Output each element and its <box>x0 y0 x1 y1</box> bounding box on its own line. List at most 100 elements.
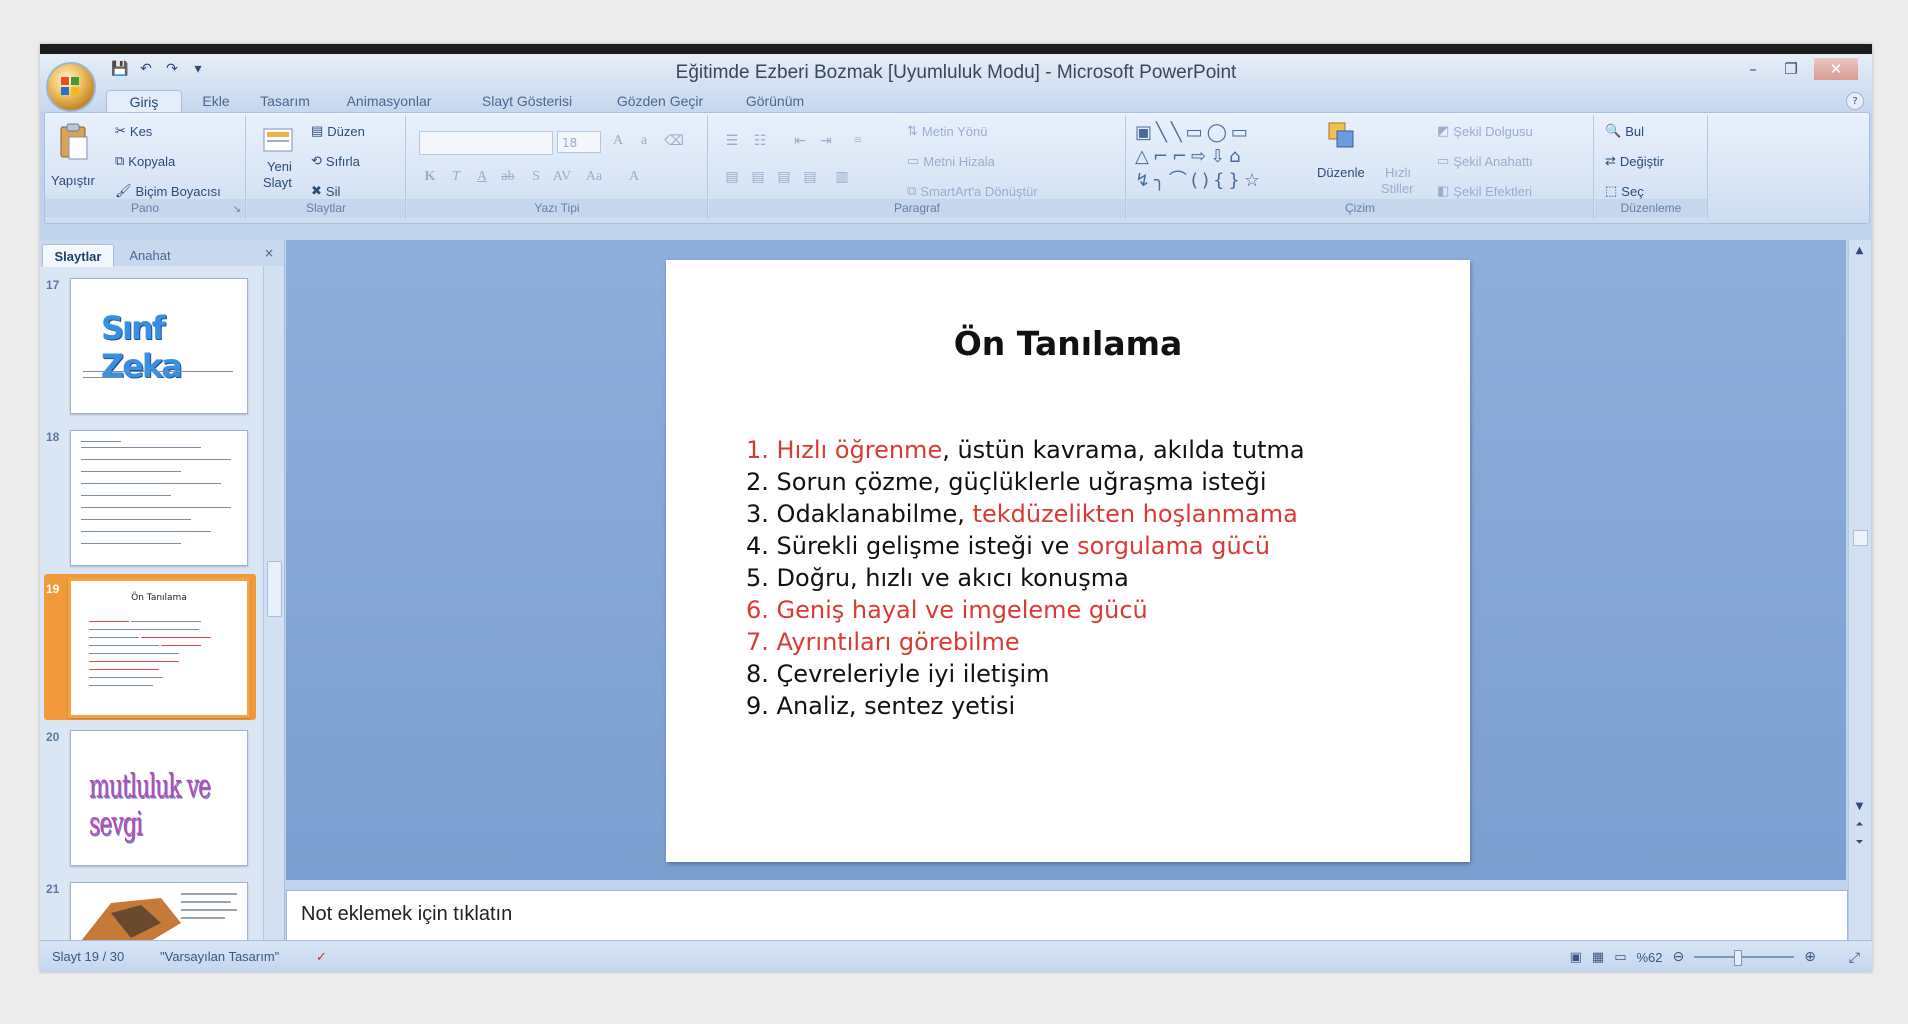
increase-indent-icon[interactable]: ⇥ <box>815 131 837 151</box>
new-slide-label-2[interactable]: Slayt <box>263 175 292 190</box>
thumbnail-scroll-thumb[interactable] <box>267 561 282 617</box>
smartart-button[interactable]: ⧉ SmartArt'a Dönüştür <box>907 183 1038 199</box>
tab-animasyonlar[interactable]: Animasyonlar <box>330 90 448 112</box>
font-name-input[interactable] <box>419 131 553 155</box>
slide-bullet-list[interactable]: 1. Hızlı öğrenme, üstün kavrama, akılda … <box>746 434 1305 722</box>
shadow-icon[interactable]: S <box>525 167 547 187</box>
tab-slayt-gosterisi[interactable]: Slayt Gösterisi <box>460 90 594 112</box>
tab-gozden-gecir[interactable]: Gözden Geçir <box>602 90 718 112</box>
shape-fill-icon: ◩ <box>1437 123 1450 138</box>
thumbnail-scrollbar[interactable] <box>263 266 284 940</box>
clear-formatting-icon[interactable]: ⌫ <box>663 131 685 151</box>
font-color-icon[interactable]: A <box>623 167 645 187</box>
select-button[interactable]: ⬚ Seç <box>1605 183 1644 199</box>
minimize-button[interactable]: – <box>1736 58 1770 80</box>
help-icon[interactable]: ? <box>1846 92 1864 110</box>
reset-label: Sıfırla <box>325 153 360 169</box>
shapes-gallery[interactable]: ▣╲╲▭◯▭ △⌐⌐⇨⇩⌂ ↯╮⌒(){}☆ <box>1135 121 1305 191</box>
numbering-icon[interactable]: ☷ <box>749 131 771 151</box>
zoom-in-icon[interactable]: ⊕ <box>1804 949 1816 965</box>
bullets-icon[interactable]: ☰ <box>721 131 743 151</box>
find-button[interactable]: 🔍 Bul <box>1605 123 1644 139</box>
char-spacing-icon[interactable]: AV <box>551 167 573 187</box>
tab-anahat[interactable]: Anahat <box>114 244 186 266</box>
zoom-out-icon[interactable]: ⊖ <box>1673 949 1685 965</box>
bold-icon[interactable]: K <box>419 167 441 187</box>
zoom-level[interactable]: %62 <box>1637 950 1663 965</box>
layout-button[interactable]: ▤ Düzen <box>311 123 365 139</box>
previous-slide-icon[interactable]: ⏶ <box>1852 818 1867 832</box>
shape-outline-button[interactable]: ▭ Şekil Anahattı <box>1437 153 1533 169</box>
font-size-input[interactable]: 18 <box>557 131 601 153</box>
slide-thumbnail-17[interactable]: Sınf Zeka <box>70 278 248 414</box>
align-text-button[interactable]: ▭ Metni Hizala <box>907 153 995 169</box>
layout-label: Düzen <box>327 123 365 139</box>
tab-tasarim[interactable]: Tasarım <box>250 90 320 112</box>
new-slide-icon[interactable] <box>261 123 295 161</box>
tab-ekle[interactable]: Ekle <box>188 90 244 112</box>
notes-pane[interactable]: Not eklemek için tıklatın <box>286 890 1848 942</box>
new-slide-label[interactable]: Yeni <box>267 159 292 174</box>
slide-sorter-view-icon[interactable]: ▦ <box>1592 950 1604 965</box>
office-button[interactable] <box>46 62 96 112</box>
slide-scroll-thumb[interactable] <box>1853 530 1868 546</box>
italic-icon[interactable]: T <box>445 167 467 187</box>
slide-thumbnail-18[interactable] <box>70 430 248 566</box>
cut-button[interactable]: ✂ Kes <box>115 123 152 139</box>
decrease-indent-icon[interactable]: ⇤ <box>789 131 811 151</box>
tab-gorunum[interactable]: Görünüm <box>730 90 820 112</box>
strikethrough-icon[interactable]: ab <box>497 167 519 187</box>
slide-show-view-icon[interactable]: ▭ <box>1614 950 1626 965</box>
paste-icon[interactable] <box>57 123 91 161</box>
arrange-button[interactable]: Düzenle <box>1317 165 1365 180</box>
align-right-icon[interactable]: ▤ <box>773 167 795 187</box>
columns-icon[interactable]: ▥ <box>831 167 853 187</box>
zoom-slider-thumb[interactable] <box>1734 950 1743 966</box>
slide-thumbnail-21[interactable] <box>70 882 248 940</box>
restore-button[interactable]: ❐ <box>1774 58 1808 80</box>
list-number: 8. <box>746 660 769 688</box>
slide-thumbnail-19[interactable]: Ön Tanılama <box>68 578 250 718</box>
next-slide-icon[interactable]: ⏷ <box>1852 836 1867 850</box>
slide-scrollbar[interactable]: ▲ ▼ ⏶ ⏷ <box>1848 240 1871 940</box>
delete-slide-button[interactable]: ✖ Sil <box>311 183 340 199</box>
tab-slaytlar[interactable]: Slaytlar <box>42 244 114 267</box>
format-painter-button[interactable]: 🖌 Biçim Boyacısı <box>115 183 221 199</box>
shrink-font-icon[interactable]: a <box>633 131 655 151</box>
arrange-icon[interactable] <box>1325 119 1359 157</box>
underline-icon[interactable]: A <box>471 167 493 187</box>
scroll-up-icon[interactable]: ▲ <box>1852 244 1867 258</box>
spelling-check-icon[interactable]: ✓ <box>316 949 327 965</box>
fit-to-window-icon[interactable]: ⤢ <box>1849 949 1860 966</box>
text-direction-button[interactable]: ⇅ Metin Yönü <box>907 123 987 139</box>
quick-styles-button[interactable]: Hızlı <box>1385 165 1411 180</box>
copy-button[interactable]: ⧉ Kopyala <box>115 153 175 169</box>
slide-thumbnail-20[interactable]: mutluluk ve sevgi <box>70 730 248 866</box>
normal-view-icon[interactable]: ▣ <box>1570 950 1582 965</box>
align-center-icon[interactable]: ▤ <box>747 167 769 187</box>
shape-effects-icon: ◧ <box>1437 183 1450 198</box>
notes-placeholder[interactable]: Not eklemek için tıklatın <box>301 903 512 926</box>
slide-list-item: 6. Geniş hayal ve imgeleme gücü <box>746 594 1305 626</box>
justify-icon[interactable]: ▤ <box>799 167 821 187</box>
grow-font-icon[interactable]: A <box>607 131 629 151</box>
change-case-icon[interactable]: Aa <box>583 167 605 187</box>
close-panel-icon[interactable]: × <box>264 246 274 260</box>
slide-title[interactable]: Ön Tanılama <box>666 324 1470 363</box>
current-slide[interactable]: Ön Tanılama 1. Hızlı öğrenme, üstün kavr… <box>666 260 1470 862</box>
align-left-icon[interactable]: ▤ <box>721 167 743 187</box>
replace-button[interactable]: ⇄ Değiştir <box>1605 153 1664 169</box>
scroll-down-icon[interactable]: ▼ <box>1852 800 1867 814</box>
close-button[interactable]: ✕ <box>1814 58 1858 80</box>
pano-launcher-icon[interactable]: ↘ <box>233 204 241 215</box>
tab-giris[interactable]: Giriş <box>106 90 182 113</box>
office-logo-icon <box>61 77 79 95</box>
zoom-slider[interactable] <box>1694 950 1795 966</box>
shape-outline-icon: ▭ <box>1437 153 1450 168</box>
reset-button[interactable]: ⟲ Sıfırla <box>311 153 360 169</box>
shape-effects-button[interactable]: ◧ Şekil Efektleri <box>1437 183 1532 199</box>
line-spacing-icon[interactable]: ≡ <box>847 131 869 151</box>
paste-button[interactable]: Yapıştır <box>51 173 95 188</box>
shape-fill-button[interactable]: ◩ Şekil Dolgusu <box>1437 123 1533 139</box>
theme-name[interactable]: "Varsayılan Tasarım" <box>160 949 279 964</box>
